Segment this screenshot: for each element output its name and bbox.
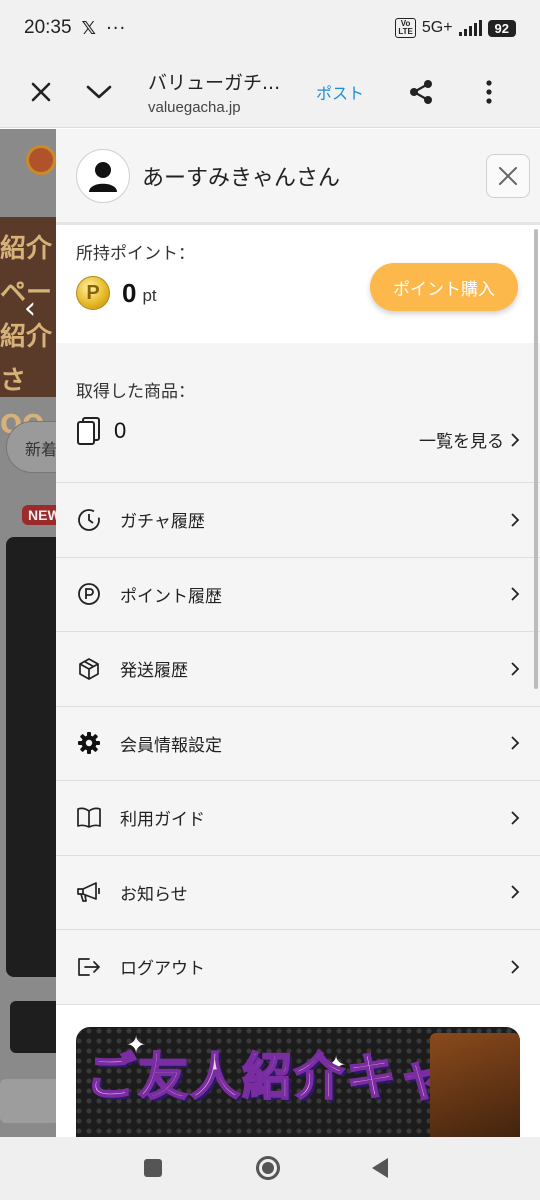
back-button[interactable] [372, 1158, 388, 1178]
coin-icon: P [76, 276, 110, 310]
points-section: 所持ポイント： P 0 pt ポイント購入 [56, 225, 540, 343]
items-label: 取得した商品： [76, 382, 195, 402]
gear-icon [76, 730, 102, 756]
home-dot-icon [262, 1162, 274, 1174]
menu-item-logout[interactable]: ログアウト [56, 930, 540, 1005]
user-icon [89, 161, 117, 192]
avatar [76, 148, 130, 203]
menu-item-gacha-history[interactable]: ガチャ履歴 [56, 483, 540, 558]
share-icon [410, 79, 433, 104]
points-unit: pt [142, 286, 157, 305]
menu-item-shipping-history[interactable]: 発送履歴 [56, 632, 540, 707]
share-button[interactable] [392, 63, 450, 121]
username: あーすみきゃんさん [142, 165, 341, 191]
background-banner-text: 紹介 ペー 紹介さ OO [0, 234, 53, 440]
more-vertical-icon [486, 79, 492, 104]
system-nav-bar [0, 1137, 540, 1200]
menu-item-label: ガチャ履歴 [120, 512, 205, 533]
new-badge: NEW [22, 505, 56, 525]
point-p-icon [76, 581, 102, 607]
menu-item-label: 発送履歴 [120, 661, 188, 682]
status-time: 20:35 [24, 17, 72, 38]
post-button[interactable]: ポスト [316, 80, 364, 104]
items-count: 0 [114, 418, 127, 443]
megaphone-icon [76, 879, 102, 905]
view-all-label: 一覧を見る [419, 432, 504, 452]
home-button[interactable] [256, 1156, 280, 1180]
cards-icon [77, 417, 100, 445]
scrollbar[interactable] [534, 229, 538, 689]
drawer-header: あーすみきゃんさん [56, 129, 540, 225]
background-card [6, 537, 56, 977]
menu-item-label: 会員情報設定 [120, 735, 222, 756]
close-browser-button[interactable] [12, 63, 70, 121]
chevron-left-icon: ‹ [24, 291, 36, 326]
more-notifications-icon: ··· [106, 17, 127, 39]
background-element [0, 1079, 56, 1123]
user-menu-drawer: あーすみきゃんさん 所持ポイント： P 0 pt ポイント購入 取得した商品： … [56, 129, 540, 1137]
minimize-browser-button[interactable] [70, 63, 128, 121]
menu-item-label: お知らせ [120, 884, 188, 905]
background-tab-new: 新着 [6, 421, 56, 473]
menu-item-user-guide[interactable]: 利用ガイド [56, 781, 540, 856]
chevron-down-icon [86, 85, 112, 98]
x-app-icon: 𝕏 [81, 17, 97, 39]
menu-item-label: 利用ガイド [120, 810, 205, 831]
browser-toolbar: バリューガチ... valuegacha.jp ポスト [0, 56, 540, 128]
buy-points-button[interactable]: ポイント購入 [370, 263, 518, 311]
menu-item-label: ポイント履歴 [120, 586, 222, 607]
promo-area: ✦ ✦ ご友人紹介キャンペーン! [56, 1005, 540, 1137]
chevron-right-icon [511, 885, 520, 899]
background-button [10, 1001, 56, 1053]
drawer-close-button[interactable] [486, 153, 530, 198]
close-icon [31, 82, 51, 101]
menu-item-point-history[interactable]: ポイント履歴 [56, 557, 540, 632]
chevron-right-icon [511, 513, 520, 527]
points-value: 0 [122, 277, 137, 308]
box-icon [76, 656, 102, 682]
treasure-chest-image [430, 1033, 520, 1137]
page-title: バリューガチ... [148, 71, 281, 94]
chevron-right-icon [511, 432, 520, 447]
chevron-right-icon [511, 736, 520, 750]
more-options-button[interactable] [460, 63, 518, 121]
points-label: 所持ポイント： [76, 244, 195, 264]
background-page-overlay[interactable]: 紹介 ペー 紹介さ OO ‹ 新着 NEW [0, 129, 56, 1137]
signal-icon [458, 20, 482, 36]
logout-icon [76, 954, 102, 980]
chevron-right-icon [511, 662, 520, 676]
close-icon [499, 166, 517, 185]
recent-apps-button[interactable] [144, 1159, 162, 1177]
status-bar: 20:35 𝕏 ··· Vo LTE 5G+ 92 [0, 0, 540, 56]
volte-icon: Vo LTE [395, 18, 416, 38]
page-url: valuegacha.jp [148, 98, 241, 116]
menu-item-member-settings[interactable]: 会員情報設定 [56, 706, 540, 781]
chevron-right-icon [511, 811, 520, 825]
acquired-items-section: 取得した商品： 0 一覧を見る [56, 343, 540, 483]
network-type: 5G+ [421, 19, 453, 36]
site-logo [26, 145, 56, 175]
menu-item-label: ログアウト [120, 959, 205, 980]
referral-campaign-banner[interactable]: ✦ ✦ ご友人紹介キャンペーン! [76, 1027, 520, 1137]
book-icon [76, 805, 102, 831]
chevron-right-icon [511, 960, 520, 974]
view-all-items-link[interactable]: 一覧を見る [419, 427, 520, 452]
chevron-right-icon [511, 587, 520, 601]
menu-item-notices[interactable]: お知らせ [56, 855, 540, 930]
clock-icon [76, 507, 102, 533]
battery-icon: 92 [487, 19, 516, 37]
page-title-area[interactable]: バリューガチ... valuegacha.jp [148, 68, 298, 116]
